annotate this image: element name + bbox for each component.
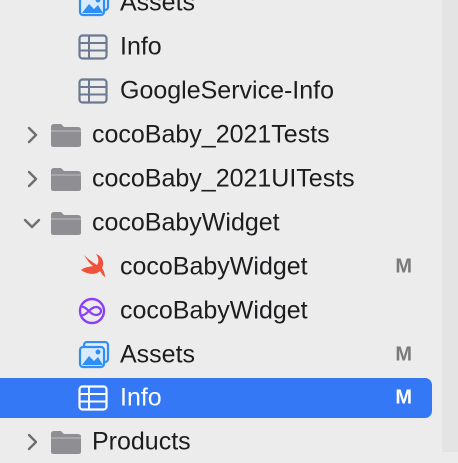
- file-row-widget-intent[interactable]: cocoBabyWidget: [0, 290, 442, 332]
- folder-label: cocoBabyWidget: [92, 208, 280, 237]
- folder-label: cocoBaby_2021UITests: [92, 164, 355, 193]
- plist-table-icon: [78, 34, 108, 60]
- chevron-down-icon[interactable]: [22, 213, 42, 233]
- git-status-badge: M: [395, 255, 412, 278]
- scroll-gutter[interactable]: [442, 0, 458, 452]
- folder-icon: [51, 124, 81, 147]
- project-navigator: Assets Info GoogleService-Info cocoBaby_…: [0, 0, 442, 456]
- file-row-widget-swift[interactable]: cocoBabyWidget M: [0, 246, 442, 288]
- folder-icon: [51, 212, 81, 235]
- file-row-assets-top[interactable]: Assets: [0, 0, 442, 24]
- selection-highlight: [0, 378, 432, 418]
- folder-icon: [51, 431, 81, 454]
- file-label: cocoBabyWidget: [120, 296, 308, 325]
- swift-file-icon: [81, 254, 105, 277]
- file-row-assets[interactable]: Assets M: [0, 334, 442, 376]
- file-label: GoogleService-Info: [120, 76, 335, 105]
- file-label: Assets: [120, 340, 196, 369]
- folder-row-products[interactable]: Products: [0, 421, 442, 463]
- folder-row-uitests[interactable]: cocoBaby_2021UITests: [0, 158, 442, 200]
- file-label: Info: [120, 32, 162, 61]
- folder-row-tests[interactable]: cocoBaby_2021Tests: [0, 114, 442, 156]
- file-row-info[interactable]: Info: [0, 26, 442, 68]
- chevron-right-icon[interactable]: [22, 432, 42, 452]
- file-row-info-selected[interactable]: Info M: [0, 377, 442, 419]
- git-status-badge: M: [395, 343, 412, 366]
- plist-table-icon: [78, 385, 108, 411]
- assets-catalog-icon: [78, 341, 110, 369]
- assets-catalog-icon: [78, 0, 110, 17]
- folder-label: cocoBaby_2021Tests: [92, 120, 330, 149]
- folder-icon: [51, 168, 81, 191]
- folder-label: Products: [92, 427, 191, 456]
- chevron-right-icon[interactable]: [22, 125, 42, 145]
- file-label: cocoBabyWidget: [120, 252, 308, 281]
- file-label: Assets: [120, 0, 196, 17]
- intent-definition-icon: [78, 297, 106, 325]
- plist-table-icon: [78, 78, 108, 104]
- file-row-googleservice-info[interactable]: GoogleService-Info: [0, 70, 442, 112]
- git-status-badge: M: [395, 386, 412, 409]
- chevron-right-icon[interactable]: [22, 169, 42, 189]
- folder-row-widget[interactable]: cocoBabyWidget: [0, 202, 442, 244]
- file-label: Info: [120, 383, 162, 412]
